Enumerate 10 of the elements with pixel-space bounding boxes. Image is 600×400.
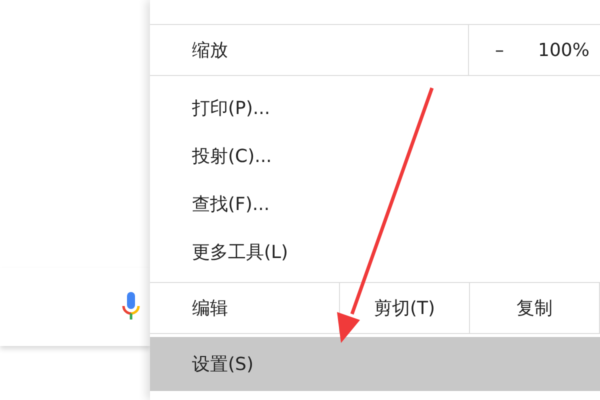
zoom-out-button[interactable]: – <box>495 40 504 60</box>
menu-item[interactable]: 设置(S) <box>150 337 600 391</box>
edit-action-button[interactable]: 复制 <box>470 283 600 333</box>
zoom-value: 100% <box>538 40 590 60</box>
menu-label: 缩放 <box>150 25 469 75</box>
microphone-icon[interactable] <box>122 292 140 322</box>
menu-item[interactable]: 更多工具(L) <box>150 228 600 276</box>
menu-item[interactable]: 查找(F)... <box>150 180 600 228</box>
menu-item[interactable]: 投射(C)... <box>150 132 600 180</box>
menu-item[interactable]: 打印(P)... <box>150 84 600 132</box>
